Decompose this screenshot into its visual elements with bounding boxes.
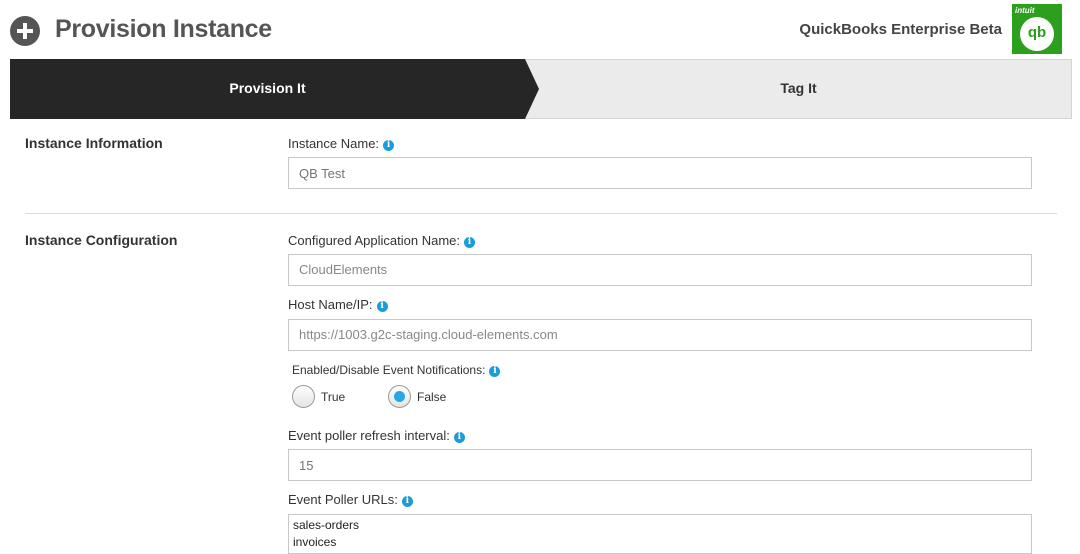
poller-interval-label: Event poller refresh interval: i [288, 428, 465, 443]
step-arrow [525, 59, 539, 119]
instance-name-input[interactable] [288, 157, 1032, 189]
logo-circle: qb [1020, 17, 1054, 51]
step-label: Provision It [229, 80, 306, 96]
poller-url-line: invoices [293, 535, 337, 549]
poller-urls-label: Event Poller URLs: i [288, 492, 413, 507]
step-provision-it[interactable]: Provision It [10, 59, 525, 119]
logo-text: qb [1027, 24, 1047, 41]
page-title: Provision Instance [55, 15, 272, 43]
app-name-label: Configured Application Name: i [288, 233, 475, 248]
radio-false-circle[interactable] [388, 385, 411, 408]
info-icon[interactable]: i [453, 432, 465, 443]
radio-false-label: False [417, 390, 447, 404]
info-icon[interactable]: i [464, 237, 475, 248]
event-notifications-label-text: Enabled/Disable Event Notifications: [292, 363, 486, 377]
app-name: QuickBooks Enterprise Beta [799, 21, 1002, 38]
section-instance-information: Instance Information [25, 135, 163, 151]
host-label: Host Name/IP: i [288, 297, 388, 312]
info-icon[interactable]: i [489, 366, 501, 377]
instance-name-label-text: Instance Name: [288, 136, 380, 151]
info-icon[interactable]: i [401, 496, 413, 507]
step-tag-it[interactable]: Tag It [525, 59, 1072, 119]
section-divider [25, 213, 1057, 214]
quickbooks-logo-icon: intuit qb [1012, 4, 1062, 54]
poller-url-line: sales-orders [293, 518, 360, 532]
poller-urls-label-text: Event Poller URLs: [288, 492, 398, 507]
poller-urls-textarea[interactable]: sales-orders invoices [288, 514, 1032, 554]
info-icon[interactable]: i [383, 140, 395, 151]
event-notifications-label: Enabled/Disable Event Notifications: i [292, 363, 501, 377]
page-header: Provision Instance QuickBooks Enterprise… [0, 0, 1080, 60]
host-label-text: Host Name/IP: [288, 297, 373, 312]
instance-name-label: Instance Name: i [288, 136, 395, 151]
logo-brand: intuit [1015, 6, 1035, 15]
poller-interval-input[interactable] [288, 449, 1032, 481]
step-label: Tag It [780, 80, 817, 96]
poller-interval-label-text: Event poller refresh interval: [288, 428, 450, 443]
host-input[interactable]: https://1003.g2c-staging.cloud-elements.… [288, 319, 1032, 351]
app-name-input[interactable]: CloudElements [288, 254, 1032, 286]
section-instance-configuration: Instance Configuration [25, 232, 178, 248]
radio-true-circle[interactable] [292, 385, 315, 408]
wizard-steps: Provision It Tag It [10, 59, 1072, 119]
info-icon[interactable]: i [376, 301, 388, 312]
app-name-label-text: Configured Application Name: [288, 233, 460, 248]
radio-true-label: True [321, 390, 346, 404]
plus-circle-icon[interactable] [10, 16, 40, 46]
